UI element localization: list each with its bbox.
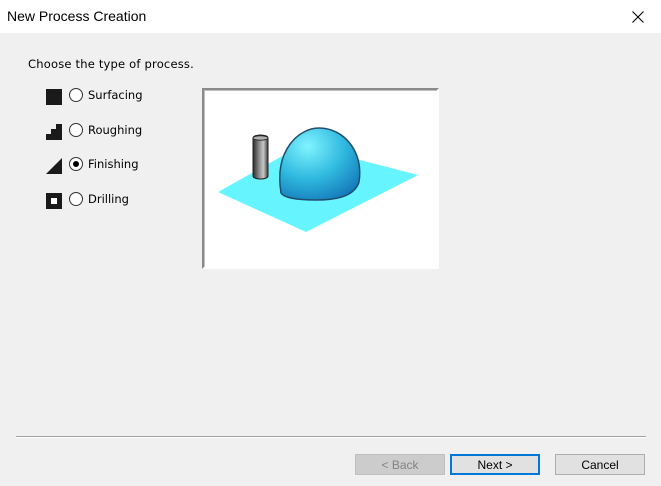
surfacing-radio[interactable] [69,88,83,102]
title-bar: New Process Creation [0,0,661,33]
process-preview [202,88,439,269]
process-type-prompt: Choose the type of process. [28,57,194,71]
tool-shape [252,134,269,180]
finishing-label: Finishing [88,157,139,171]
cancel-button[interactable]: Cancel [555,454,645,475]
dome-shape [279,127,361,201]
roughing-label: Roughing [88,123,143,137]
close-button[interactable] [615,0,661,33]
option-finishing[interactable]: Finishing [46,157,166,175]
next-button[interactable]: Next > [450,454,540,475]
close-icon [632,10,644,23]
option-surfacing[interactable]: Surfacing [46,88,166,106]
finishing-radio[interactable] [69,157,83,171]
drilling-label: Drilling [88,192,129,206]
option-roughing[interactable]: Roughing [46,123,166,141]
window-title: New Process Creation [7,8,147,24]
finishing-icon [46,158,62,174]
dialog-body: Choose the type of process. Surfacing Ro… [0,33,661,486]
surfacing-label: Surfacing [88,88,143,102]
footer-separator [16,436,646,438]
back-button[interactable]: < Back [355,454,445,475]
option-drilling[interactable]: Drilling [46,192,166,210]
drilling-radio[interactable] [69,192,83,206]
roughing-icon [46,124,62,140]
surfacing-icon [46,89,62,105]
roughing-radio[interactable] [69,123,83,137]
finishing-preview-illustration [218,127,418,232]
drilling-icon [46,193,62,209]
